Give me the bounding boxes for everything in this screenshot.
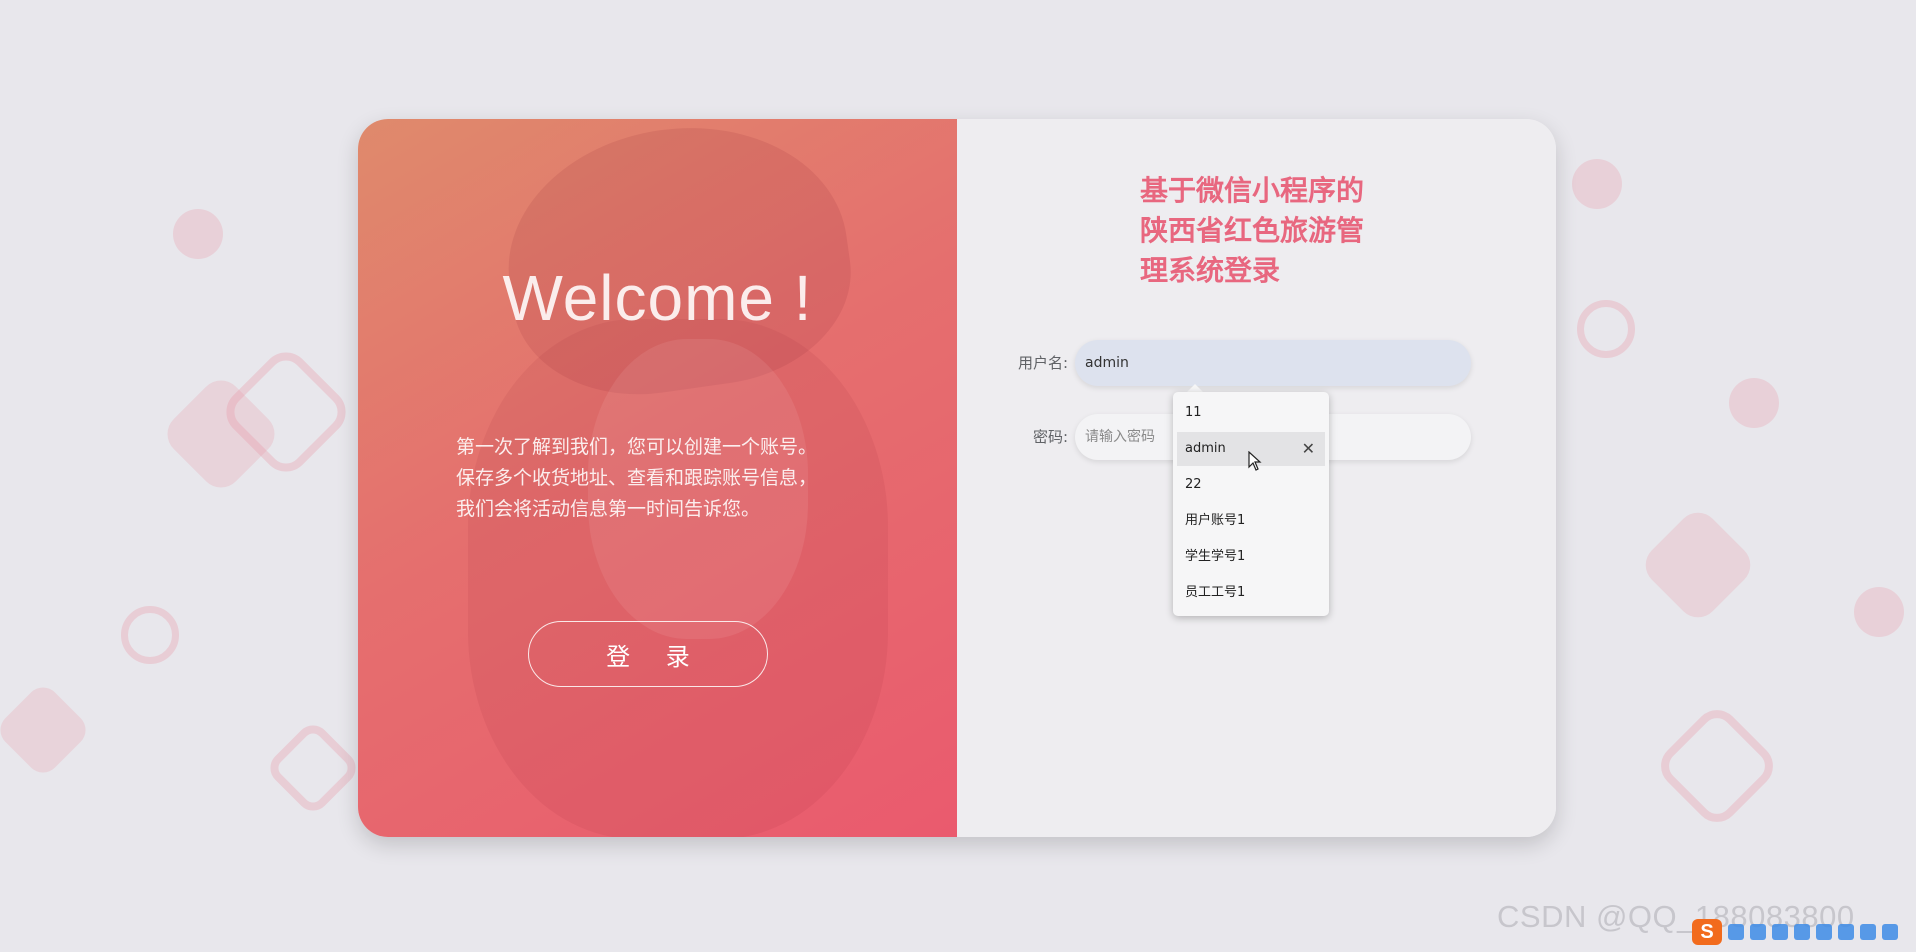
deco-ring — [121, 606, 179, 664]
autocomplete-item[interactable]: 员工工号1 — [1177, 576, 1325, 610]
ime-skin-icon[interactable] — [1816, 924, 1832, 940]
ime-keyboard-icon[interactable] — [1794, 924, 1810, 940]
deco-ring — [1577, 300, 1635, 358]
login-button[interactable]: 登 录 — [528, 621, 768, 687]
deco-diamond-ring — [1651, 700, 1783, 832]
intro-line: 保存多个收货地址、查看和跟踪账号信息， — [456, 467, 818, 489]
deco-diamond — [0, 680, 93, 780]
welcome-heading: Welcome ! — [502, 262, 813, 334]
welcome-panel: Welcome ! 第一次了解到我们，您可以创建一个账号。 保存多个收货地址、查… — [358, 119, 957, 837]
system-title: 基于微信小程序的 陕西省红色旅游管 理系统登录 — [1140, 171, 1400, 291]
autocomplete-item[interactable]: 11 — [1177, 396, 1325, 430]
intro-line: 第一次了解到我们，您可以创建一个账号。 — [456, 436, 818, 458]
title-line: 理系统登录 — [1140, 254, 1281, 287]
deco-circle — [1572, 159, 1622, 209]
deco-diamond-ring — [263, 718, 363, 818]
title-line: 陕西省红色旅游管 — [1140, 214, 1365, 247]
username-row: 用户名: — [957, 340, 1556, 386]
login-card: Welcome ! 第一次了解到我们，您可以创建一个账号。 保存多个收货地址、查… — [358, 119, 1556, 837]
title-line: 基于微信小程序的 — [1140, 174, 1365, 207]
mouse-cursor-icon — [1248, 451, 1262, 471]
close-icon[interactable]: ✕ — [1302, 432, 1315, 466]
deco-diamond — [1637, 504, 1759, 626]
ime-settings-icon[interactable] — [1882, 924, 1898, 940]
welcome-intro: 第一次了解到我们，您可以创建一个账号。 保存多个收货地址、查看和跟踪账号信息， … — [456, 432, 896, 525]
login-page: Welcome ! 第一次了解到我们，您可以创建一个账号。 保存多个收货地址、查… — [0, 0, 1916, 952]
autocomplete-item[interactable]: 22 — [1177, 468, 1325, 502]
ime-tools-icon[interactable] — [1838, 924, 1854, 940]
username-label: 用户名: — [1017, 354, 1068, 372]
password-label: 密码: — [1032, 428, 1068, 446]
deco-circle — [1729, 378, 1779, 428]
autocomplete-item-label: admin — [1185, 441, 1226, 456]
ime-logo-icon[interactable]: S — [1692, 919, 1722, 945]
ime-toolbar: S — [1692, 918, 1914, 946]
deco-circle — [173, 209, 223, 259]
deco-circle — [1854, 587, 1904, 637]
ime-mic-icon[interactable] — [1772, 924, 1788, 940]
autocomplete-item[interactable]: 学生学号1 — [1177, 540, 1325, 574]
autocomplete-item[interactable]: 用户账号1 — [1177, 504, 1325, 538]
ime-lang-icon[interactable] — [1728, 924, 1744, 940]
intro-line: 我们会将活动信息第一时间告诉您。 — [456, 498, 761, 520]
username-input[interactable] — [1075, 340, 1471, 386]
autocomplete-dropdown: 11 admin ✕ 22 用户账号1 学生学号1 员工工号1 — [1173, 392, 1329, 616]
ime-menu-icon[interactable] — [1860, 924, 1876, 940]
ime-punct-icon[interactable] — [1750, 924, 1766, 940]
